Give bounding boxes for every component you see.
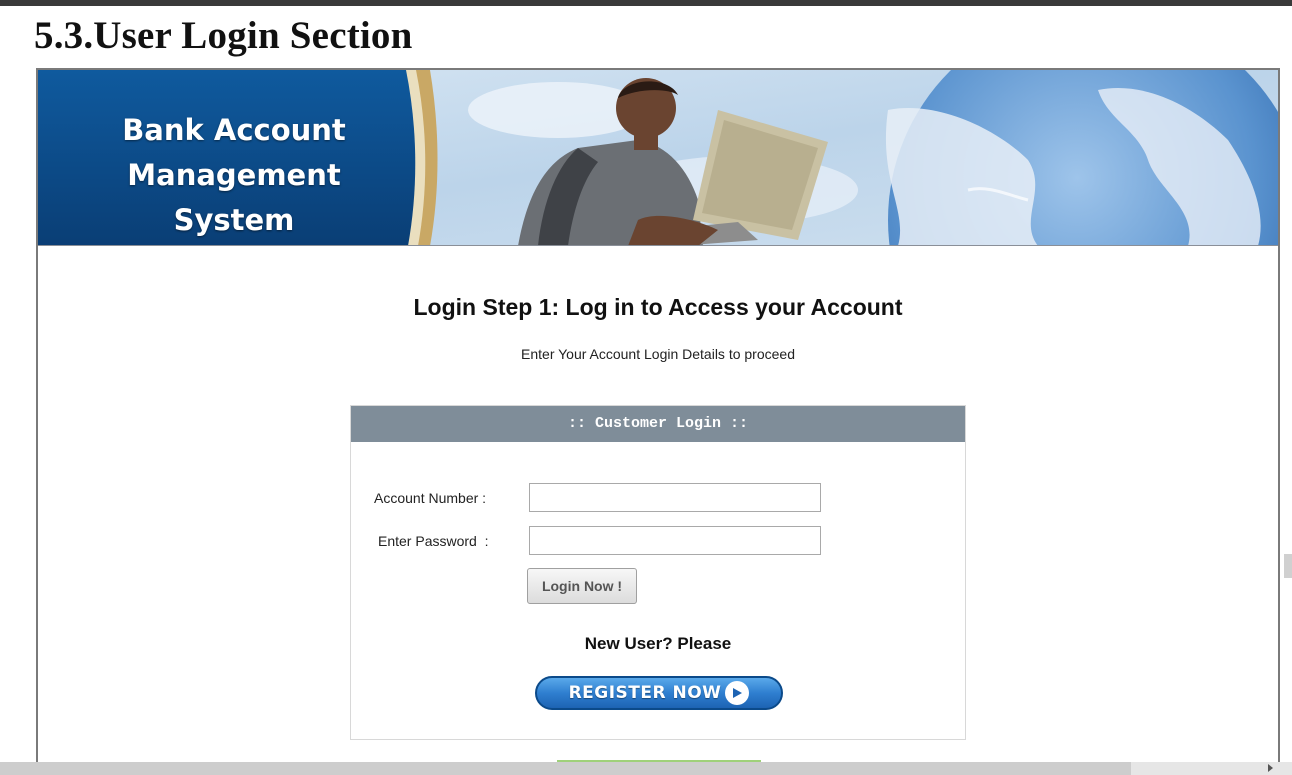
screenshot-frame: Bank Account Management System Login Ste… — [36, 68, 1280, 775]
banner-title-line2: Management System — [127, 158, 341, 237]
customer-login-panel: :: Customer Login :: Account Number : En… — [350, 405, 966, 740]
register-now-button[interactable]: REGISTER NOW — [535, 676, 783, 710]
customer-login-header: :: Customer Login :: — [351, 406, 965, 442]
login-now-button[interactable]: Login Now ! — [527, 568, 637, 604]
banner-title: Bank Account Management System — [64, 108, 404, 243]
login-heading: Login Step 1: Log in to Access your Acco… — [413, 294, 903, 320]
login-subheading: Enter Your Account Login Details to proc… — [521, 346, 795, 362]
new-user-text: New User? Please — [584, 634, 732, 653]
account-number-label: Account Number : — [374, 490, 487, 506]
banner-divider — [38, 245, 1278, 246]
horizontal-scrollbar[interactable] — [0, 762, 1292, 775]
section-heading: 5.3.User Login Section — [34, 14, 413, 57]
play-circle-icon — [725, 681, 750, 705]
horizontal-scrollbar-thumb[interactable] — [0, 762, 1131, 775]
header-banner: Bank Account Management System — [38, 70, 1278, 246]
scroll-right-arrow-icon[interactable] — [1268, 764, 1273, 772]
vertical-scrollbar-thumb[interactable] — [1284, 554, 1292, 578]
register-now-label: REGISTER NOW — [568, 683, 722, 703]
password-label: Enter Password : — [378, 533, 489, 549]
banner-title-line1: Bank Account — [122, 113, 346, 147]
account-number-input[interactable] — [529, 483, 821, 512]
top-border — [0, 0, 1292, 6]
password-input[interactable] — [529, 526, 821, 555]
